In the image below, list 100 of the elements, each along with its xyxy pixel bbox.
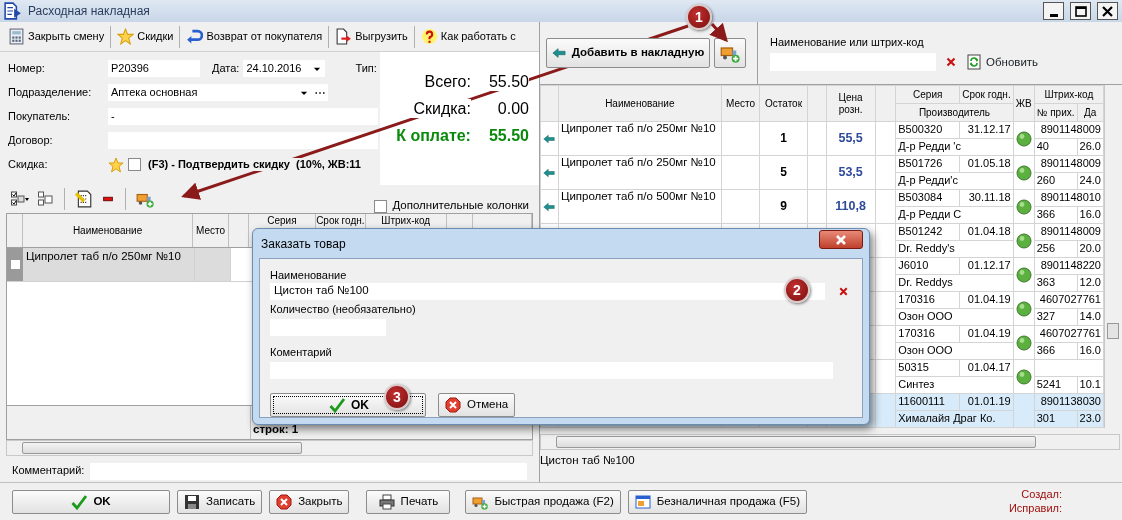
edited-label: Исправил:: [1008, 501, 1062, 515]
stock-count: 1: [759, 121, 808, 156]
table-cell: B501726: [895, 155, 960, 173]
product-name: Ципролет таб п/о 250мг №10: [558, 155, 722, 190]
checklist-dropdown-icon[interactable]: [10, 191, 30, 207]
minimize-button[interactable]: [1043, 2, 1064, 20]
vertical-scrollbar[interactable]: [1104, 85, 1121, 428]
department-dropdown[interactable]: Аптека основная: [108, 84, 312, 101]
field-label: Тип:: [355, 61, 377, 76]
stock-count: 9: [759, 189, 808, 224]
ellipsis-button[interactable]: [312, 84, 328, 101]
table-cell: 260: [1034, 172, 1077, 190]
table-cell: B500320: [895, 121, 960, 139]
product-name: Ципролет таб п/о 500мг №10: [558, 189, 722, 224]
table-cell: 4607027761: [1034, 325, 1104, 343]
ok-button[interactable]: OK: [12, 489, 170, 514]
refresh-button[interactable]: Обновить: [966, 53, 1039, 72]
table-cell: 01.04.19: [959, 291, 1014, 309]
toolbar-button[interactable]: Скидки: [115, 26, 176, 47]
document-arrow-icon: [335, 28, 353, 45]
add-to-invoice-button[interactable]: Добавить в накладную: [546, 38, 710, 68]
table-cell: 20.0: [1077, 240, 1104, 258]
stock-count: 5: [759, 155, 808, 190]
horizontal-scrollbar[interactable]: [540, 434, 1120, 450]
document-arrow-icon: [4, 2, 22, 20]
table-cell: 01.04.17: [959, 359, 1014, 377]
checkbox[interactable]: [374, 199, 388, 213]
field-label: Комментарий:: [12, 464, 85, 478]
date-value: 24.10.2016: [246, 61, 302, 76]
dropdown-value: Аптека основная: [111, 85, 198, 100]
toolbar-button[interactable]: Как работать с: [418, 26, 518, 47]
calculator-icon: [8, 28, 25, 45]
columns-icon[interactable]: [38, 191, 54, 207]
dialog-button[interactable]: Печать: [366, 489, 451, 514]
close-button[interactable]: [1097, 2, 1118, 20]
left-arrow-icon: [551, 46, 566, 60]
table-cell: Ципролет таб п/о 250мг №10: [23, 248, 195, 281]
checkbox-label: Дополнительные колонки: [392, 199, 529, 213]
maximize-button[interactable]: [1070, 2, 1091, 20]
window-title: Расходная накладная: [28, 3, 150, 19]
dialog-button[interactable]: Безналичная продажа (F5): [627, 489, 807, 514]
column-header: Наименование: [558, 85, 722, 122]
table-cell: 8901148220: [1034, 257, 1104, 275]
product-name: Ципролет таб п/о 250мг №10: [558, 121, 722, 156]
field-label: Номер:: [8, 61, 46, 76]
buyer-field[interactable]: -: [108, 108, 378, 125]
table-cell: 01.04.18: [959, 223, 1014, 241]
table-cell: 26.0: [1077, 138, 1104, 156]
table-cell: 24.0: [1077, 172, 1104, 190]
number-field[interactable]: P20396: [108, 60, 200, 77]
annotation-arrow: [709, 22, 728, 43]
field-label: Договор:: [8, 133, 54, 148]
order-item-button[interactable]: [714, 38, 746, 68]
table-cell: 256: [1034, 240, 1077, 258]
toolbar-button[interactable]: Закрыть смену: [6, 26, 107, 47]
checkbox[interactable]: [128, 158, 141, 171]
field-label: Покупатель:: [8, 109, 72, 124]
table-cell: 8901148010: [1034, 189, 1104, 207]
table-cell: 363: [1034, 274, 1077, 292]
toolbar-button[interactable]: Выгрузить: [333, 26, 410, 47]
created-label: Создал:: [1021, 488, 1062, 502]
table-cell: 8901148009: [1034, 155, 1104, 173]
dialog-button[interactable]: Быстрая продажа (F2): [465, 489, 621, 514]
date-picker[interactable]: 24.10.2016: [243, 60, 326, 77]
horizontal-scrollbar[interactable]: [6, 440, 533, 456]
refresh-icon: [966, 53, 982, 72]
retail-price: 55,5: [826, 121, 876, 156]
checkmark-icon: [329, 397, 345, 413]
retail-price: 53,5: [826, 155, 876, 190]
column-header: Срок годн.: [959, 85, 1014, 104]
column-header: Штрих-код: [1034, 85, 1104, 104]
document-edit-icon[interactable]: [75, 190, 93, 208]
cancel-button[interactable]: Отмена: [438, 393, 516, 417]
dialog-button[interactable]: Записать: [177, 489, 263, 514]
field-label: Количество (необязательно): [270, 302, 417, 316]
checkmark-icon: [71, 493, 88, 510]
left-arrow-icon[interactable]: [543, 132, 555, 145]
contract-field[interactable]: [108, 132, 378, 149]
table-cell: 40: [1034, 138, 1077, 156]
left-arrow-icon[interactable]: [543, 200, 555, 213]
status-text: Цистон таб №100: [540, 453, 636, 468]
left-arrow-icon[interactable]: [543, 166, 555, 179]
close-button[interactable]: [819, 230, 863, 250]
table-cell: B501242: [895, 223, 960, 241]
toolbar-button[interactable]: Возврат от покупателя: [184, 26, 325, 47]
retail-price: 110,8: [826, 189, 876, 224]
dialog-button[interactable]: Закрыть: [269, 489, 350, 514]
column-header: Серия: [895, 85, 960, 104]
table-cell: 31.12.17: [959, 121, 1014, 139]
table-cell: 16.0: [1077, 342, 1104, 360]
table-cell: 170316: [895, 291, 960, 309]
row-header[interactable]: [7, 248, 23, 281]
table-cell: B503084: [895, 189, 960, 207]
table-cell: 327: [1034, 308, 1077, 326]
table-cell: 10.1: [1077, 376, 1104, 394]
minimize-icon: [1049, 14, 1058, 17]
field-label: Коментарий: [270, 345, 333, 359]
field-label: Наименование: [270, 269, 348, 283]
column-header: Место: [193, 214, 229, 247]
field-label: Подразделение:: [8, 85, 93, 100]
